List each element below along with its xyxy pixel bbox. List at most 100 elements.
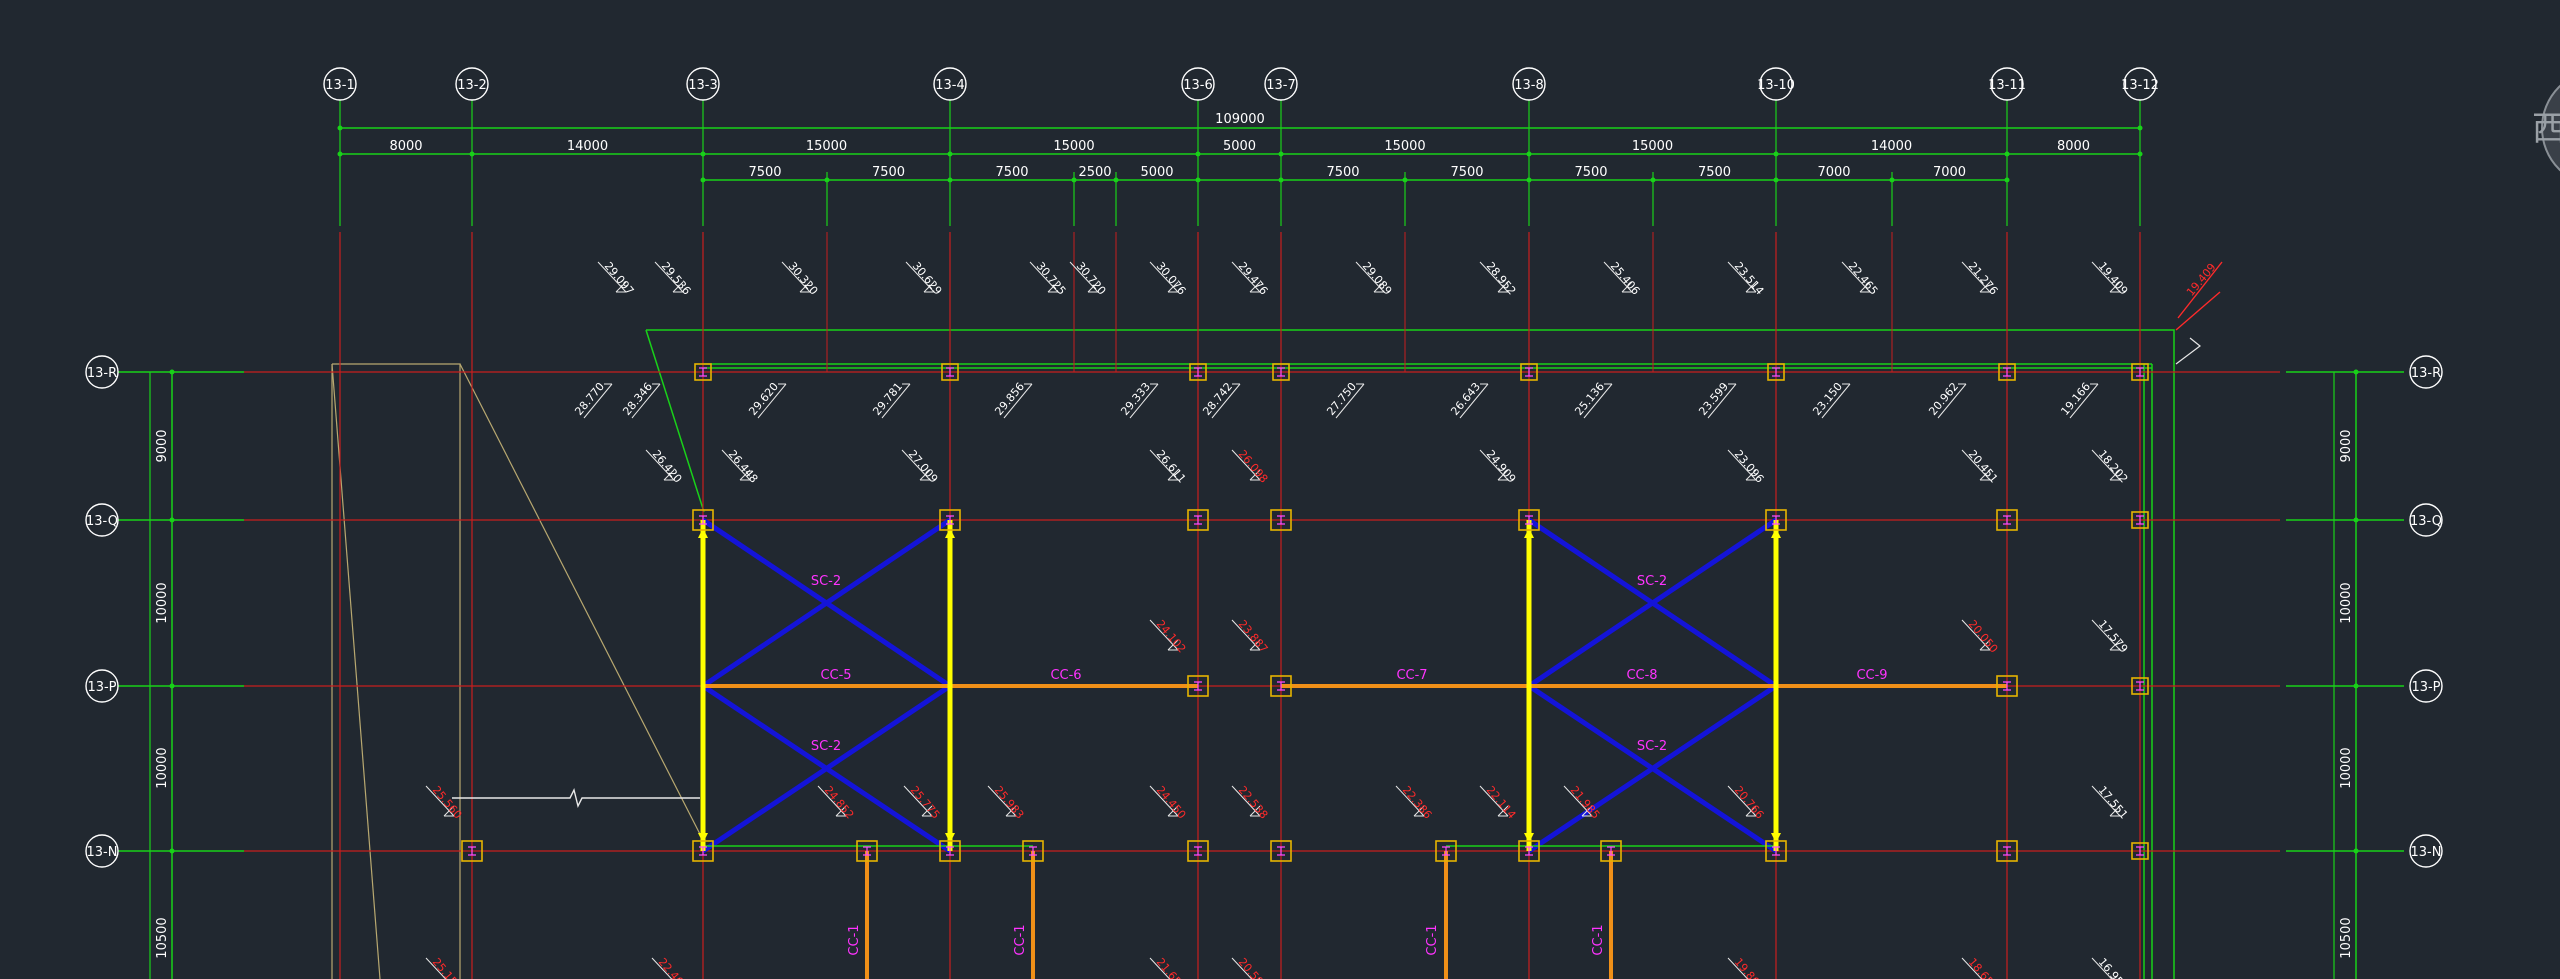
grid-bubbles[interactable]: 13-1 13-2 13-3 13-4 13-6 13-7 13-8 13-10 13-11 13… (85, 67, 2443, 868)
bay-dimension-text: 15000 (806, 139, 847, 154)
break-line (452, 787, 700, 809)
row-bubble-label: 13-R (2411, 366, 2441, 381)
elevation-text: 23.599 (1696, 380, 1731, 418)
dim-tick (1195, 151, 1201, 157)
left-dimension-text: 10500 (155, 917, 170, 958)
grid-bubble-label: 13-12 (2121, 78, 2159, 93)
dim-tick (1889, 177, 1895, 183)
elevation-text: 26.643 (1448, 380, 1483, 418)
row-bubble-label: 13-R (87, 366, 117, 381)
grid-bubble-label: 13-6 (1183, 78, 1213, 93)
sub-dimension-text: 7500 (995, 165, 1028, 180)
right-dimension-text: 10500 (2339, 917, 2354, 958)
member-labels: SC-2 SC-2 SC-2 SC-2 CC-5 CC-6 CC-7 CC-8 … (811, 574, 1888, 956)
columns (461, 363, 2149, 862)
dim-tick (1773, 177, 1779, 183)
dim-tick (2137, 125, 2143, 131)
dim-tick (1773, 151, 1779, 157)
elevation-text: 23.150 (1810, 380, 1845, 418)
label-cc6: CC-6 (1050, 668, 1081, 683)
dim-tick (1113, 177, 1119, 183)
grid-bubble-label: 13-7 (1266, 78, 1296, 93)
elevation-text: 29.333 (1118, 380, 1153, 418)
dim-tick (2004, 151, 2010, 157)
grid-bubble-label: 13-1 (325, 78, 355, 93)
row-bubble-label: 13-P (87, 680, 116, 695)
bay-dimension-text: 14000 (567, 139, 608, 154)
label-cc1-b: CC-1 (1013, 924, 1028, 955)
bay-dimension-text: 14000 (1871, 139, 1912, 154)
grid-bubble-label: 13-11 (1988, 78, 2026, 93)
dimension-chains: 8000 14000 15000 15000 5000 15000 15000 14000 80… (118, 118, 2404, 979)
dim-tick (1278, 177, 1284, 183)
elevation-text: 29.620 (746, 380, 781, 418)
dim-tick (824, 177, 830, 183)
roof-edge (645, 329, 2175, 979)
overall-dimension: 109000 (1215, 112, 1265, 127)
dim-tick (947, 177, 953, 183)
elevation-text: 28.346 (620, 380, 655, 418)
elevation-text: 29.856 (992, 380, 1027, 418)
sub-dimension-text: 2500 (1078, 165, 1111, 180)
row-bubble-label: 13-Q (86, 514, 118, 529)
red-callout-text: 19.409 (2184, 261, 2219, 299)
label-cc1-d: CC-1 (1591, 924, 1606, 955)
label-cc1-a: CC-1 (847, 924, 862, 955)
viewcube-glyph: 西 (2532, 109, 2560, 149)
structural-members (698, 517, 2007, 979)
row-bubble-label: 13-P (2411, 680, 2440, 695)
row-bubble-label: 13-N (87, 845, 118, 860)
sub-dimension-text: 7500 (872, 165, 905, 180)
sub-dimension-text: 7500 (748, 165, 781, 180)
grid-bubble-label: 13-8 (1514, 78, 1544, 93)
dim-tick (1526, 151, 1532, 157)
elevation-text: 28.742 (1200, 380, 1235, 418)
elevation-text: 19.867 (1732, 956, 1767, 979)
dim-tick (700, 151, 706, 157)
dim-tick (1278, 151, 1284, 157)
row-bubble-label: 13-Q (2410, 514, 2442, 529)
label-cc1-c: CC-1 (1425, 924, 1440, 955)
grid-bubble-label: 13-2 (457, 78, 487, 93)
grid-bubble-label: 13-10 (1757, 78, 1795, 93)
label-cc9: CC-9 (1856, 668, 1887, 683)
grid-lines (244, 232, 2280, 979)
dim-tick (947, 151, 953, 157)
sub-dimension-text: 7500 (1450, 165, 1483, 180)
elevation-text: 25.150 (430, 956, 465, 979)
viewcube-fragment[interactable]: 西 (2532, 70, 2560, 186)
right-dimension-text: 9000 (2339, 429, 2354, 462)
sub-dimension-text: 7500 (1698, 165, 1731, 180)
right-dimension-text: 10000 (2339, 747, 2354, 788)
dim-tick (337, 151, 343, 157)
elevation-text: 29.781 (870, 380, 905, 418)
elevation-text: 22.460 (656, 956, 691, 979)
grid-bubble-label: 13-4 (935, 78, 965, 93)
elevation-text: 19.166 (2058, 380, 2093, 418)
right-dimension-text: 10000 (2339, 582, 2354, 623)
label-sc2-bottom-right: SC-2 (1637, 739, 1667, 754)
dim-tick (1526, 177, 1532, 183)
sub-dimension-text: 7000 (1817, 165, 1850, 180)
label-sc2-top-right: SC-2 (1637, 574, 1667, 589)
cad-drawing-canvas[interactable]: 8000 14000 15000 15000 5000 15000 15000 14000 80… (0, 0, 2560, 979)
elevation-text: 27.750 (1324, 380, 1359, 418)
bay-dimension-text: 8000 (2057, 139, 2090, 154)
elevation-text: 20.962 (1926, 380, 1961, 418)
elevation-text: 21.655 (1154, 956, 1189, 979)
label-cc8: CC-8 (1626, 668, 1657, 683)
bay-dimension-text: 8000 (389, 139, 422, 154)
label-sc2-bottom-left: SC-2 (811, 739, 841, 754)
grid-bubble-label: 13-3 (688, 78, 718, 93)
left-dimension-text: 9000 (155, 429, 170, 462)
dim-tick (469, 151, 475, 157)
left-dimension-text: 10000 (155, 747, 170, 788)
bay-dimension-text: 15000 (1632, 139, 1673, 154)
row-bubble-label: 13-N (2411, 845, 2442, 860)
elevation-text: 18.655 (1966, 956, 2001, 979)
bay-dimension-text: 5000 (1223, 139, 1256, 154)
dim-tick (700, 177, 706, 183)
bay-dimension-text: 15000 (1053, 139, 1094, 154)
elevation-text: 25.136 (1572, 380, 1607, 418)
elevation-text: 28.770 (572, 380, 607, 418)
